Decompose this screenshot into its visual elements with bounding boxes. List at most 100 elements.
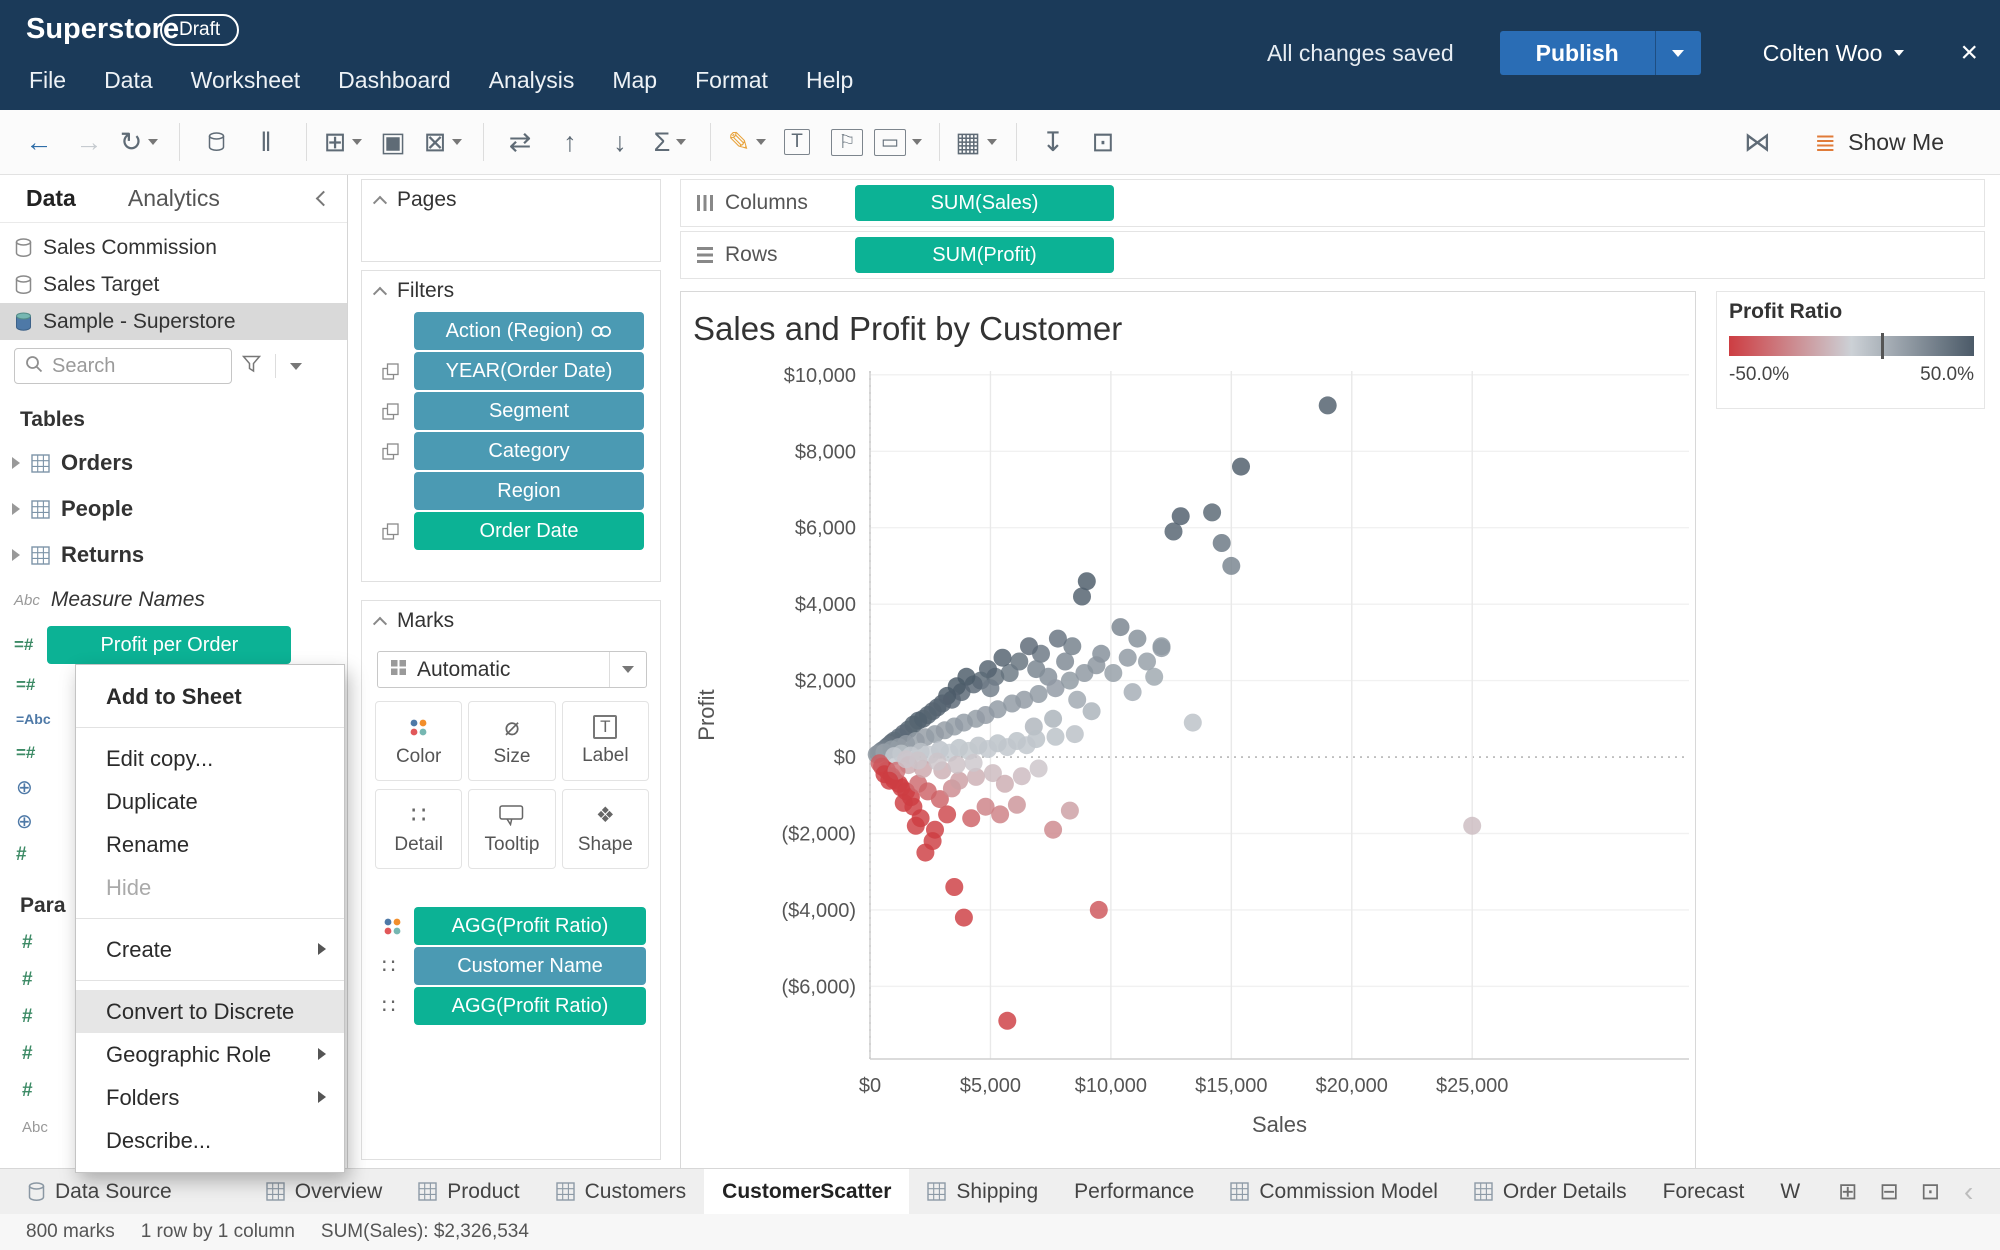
context-menu-item-create[interactable]: Create — [76, 928, 344, 971]
scatter-point[interactable] — [1212, 534, 1231, 552]
scatter-point[interactable] — [964, 753, 983, 772]
menu-analysis[interactable]: Analysis — [470, 61, 594, 100]
marks-button-size[interactable]: ⌀ Size — [468, 701, 556, 781]
scatter-point[interactable] — [906, 816, 925, 835]
scatter-point[interactable] — [1073, 587, 1091, 606]
scatter-point[interactable] — [1123, 683, 1142, 702]
filter-pill-category[interactable]: Category — [414, 432, 644, 470]
show-me-button[interactable]: ≣ Show Me — [1814, 127, 1944, 158]
caret-down-icon[interactable] — [290, 362, 302, 370]
scatter-point[interactable] — [1048, 629, 1067, 648]
scatter-point[interactable] — [1203, 503, 1222, 522]
expand-icon[interactable] — [12, 503, 20, 515]
scatter-point[interactable] — [1138, 652, 1156, 671]
scatter-point[interactable] — [897, 750, 916, 769]
context-menu-item-rename[interactable]: Rename — [76, 823, 344, 866]
marks-button-detail[interactable]: ∷ Detail — [375, 789, 463, 869]
scatter-point[interactable] — [894, 793, 913, 812]
close-button[interactable]: × — [1960, 38, 1978, 68]
menu-worksheet[interactable]: Worksheet — [172, 61, 320, 100]
scatter-point[interactable] — [1007, 795, 1026, 814]
scatter-point[interactable] — [1145, 667, 1164, 686]
scatter-point[interactable] — [1046, 727, 1065, 746]
scatter-point[interactable] — [1029, 685, 1048, 703]
scatter-point[interactable] — [1029, 759, 1048, 778]
duplicate-icon[interactable]: ▣ — [370, 119, 416, 165]
search-box[interactable] — [14, 348, 232, 384]
scatter-point[interactable] — [928, 752, 947, 771]
fit-icon[interactable]: ▭ — [874, 119, 922, 165]
shelf-pill-sum-sales[interactable]: SUM(Sales) — [855, 185, 1114, 221]
tab-analytics[interactable]: Analytics — [102, 175, 246, 222]
shelf-pill-sum-profit[interactable]: SUM(Profit) — [855, 237, 1114, 273]
scatter-point[interactable] — [1089, 900, 1108, 919]
text-label-icon[interactable]: T — [774, 119, 820, 165]
scatter-point[interactable] — [945, 878, 964, 896]
context-menu-item-geographic-role[interactable]: Geographic Role — [76, 1033, 344, 1076]
new-worksheet-tab-icon[interactable]: ⊞ — [1832, 1178, 1863, 1205]
scatter-point[interactable] — [947, 755, 966, 774]
sheet-tab-overview[interactable]: Overview — [248, 1169, 401, 1214]
download-icon[interactable]: ↧ — [1030, 119, 1076, 165]
scatter-point[interactable] — [950, 771, 969, 790]
publish-button[interactable]: Publish — [1499, 31, 1655, 75]
data-source-sample-superstore[interactable]: Sample - Superstore — [0, 303, 347, 340]
scatter-point[interactable] — [1111, 618, 1130, 637]
scroll-left-icon[interactable]: ‹ — [1956, 1176, 1981, 1208]
context-menu-item-describe[interactable]: Describe... — [76, 1119, 344, 1162]
sort-descending-icon[interactable]: ↓ — [597, 119, 643, 165]
mark-type-dropdown[interactable]: Automatic — [377, 651, 647, 688]
sheet-tab-performance[interactable]: Performance — [1056, 1169, 1212, 1214]
scatter-point[interactable] — [923, 832, 942, 851]
context-menu-item-folders[interactable]: Folders — [76, 1076, 344, 1119]
scatter-point[interactable] — [998, 1011, 1017, 1030]
scatter-point[interactable] — [1044, 820, 1063, 839]
scatter-point[interactable] — [979, 740, 997, 758]
marks-pill-agg-profit-ratio[interactable]: AGG(Profit Ratio) — [414, 907, 646, 945]
scatter-point[interactable] — [1065, 725, 1084, 744]
scatter-point[interactable] — [1164, 522, 1183, 541]
menu-data[interactable]: Data — [85, 61, 172, 100]
scatter-point[interactable] — [1060, 801, 1079, 820]
new-dashboard-icon[interactable]: ⊟ — [1873, 1178, 1904, 1205]
filter-pill-segment[interactable]: Segment — [414, 392, 644, 430]
new-worksheet-icon[interactable]: ⊞ — [320, 119, 366, 165]
legend-gradient[interactable] — [1729, 333, 1974, 359]
pages-card-header[interactable]: Pages — [362, 180, 660, 220]
field-measure-names[interactable]: Abc Measure Names — [0, 578, 347, 622]
scatter-point[interactable] — [1318, 396, 1337, 415]
context-menu-item-convert-to-discrete[interactable]: Convert to Discrete — [76, 990, 344, 1033]
sheet-tab-order-details[interactable]: Order Details — [1456, 1169, 1645, 1214]
menu-format[interactable]: Format — [676, 61, 787, 100]
marks-pill-customer-name[interactable]: Customer Name — [414, 947, 646, 985]
highlight-icon[interactable]: ✎ — [724, 119, 770, 165]
redo-icon[interactable]: ↻ — [116, 119, 162, 165]
table-orders[interactable]: Orders — [0, 440, 347, 486]
scatter-point[interactable] — [1463, 816, 1482, 835]
new-story-icon[interactable]: ⊡ — [1915, 1178, 1946, 1205]
totals-icon[interactable]: Σ — [647, 119, 693, 165]
back-icon[interactable]: ← — [16, 119, 62, 165]
scatter-point[interactable] — [1128, 629, 1147, 648]
sheet-tab-data-source[interactable]: Data Source — [10, 1169, 190, 1214]
scatter-point[interactable] — [1056, 652, 1075, 671]
sheet-tab-product[interactable]: Product — [400, 1169, 537, 1214]
new-data-source-icon[interactable] — [193, 119, 239, 165]
context-menu-item-add-to-sheet[interactable]: Add to Sheet — [76, 675, 344, 718]
collapse-panel-button[interactable] — [300, 175, 347, 222]
sheet-tab-customerscatter[interactable]: CustomerScatter — [704, 1169, 910, 1214]
expand-icon[interactable] — [12, 457, 20, 469]
sheet-tab-forecast[interactable]: Forecast — [1645, 1169, 1763, 1214]
menu-file[interactable]: File — [10, 61, 85, 100]
presentation-icon[interactable]: ⊡ — [1080, 119, 1126, 165]
scatter-point[interactable] — [1152, 639, 1171, 658]
swap-rows-columns-icon[interactable]: ⇄ — [497, 119, 543, 165]
scroll-right-icon[interactable]: › — [1991, 1176, 2000, 1208]
filter-funnel-icon[interactable] — [241, 355, 262, 378]
mirror-icon[interactable]: ⋈ — [1734, 119, 1780, 165]
clear-sheet-icon[interactable]: ⊠ — [420, 119, 466, 165]
tab-data[interactable]: Data — [0, 175, 102, 222]
sort-ascending-icon[interactable]: ↑ — [547, 119, 593, 165]
scatter-point[interactable] — [1020, 637, 1038, 656]
table-returns[interactable]: Returns — [0, 532, 347, 578]
